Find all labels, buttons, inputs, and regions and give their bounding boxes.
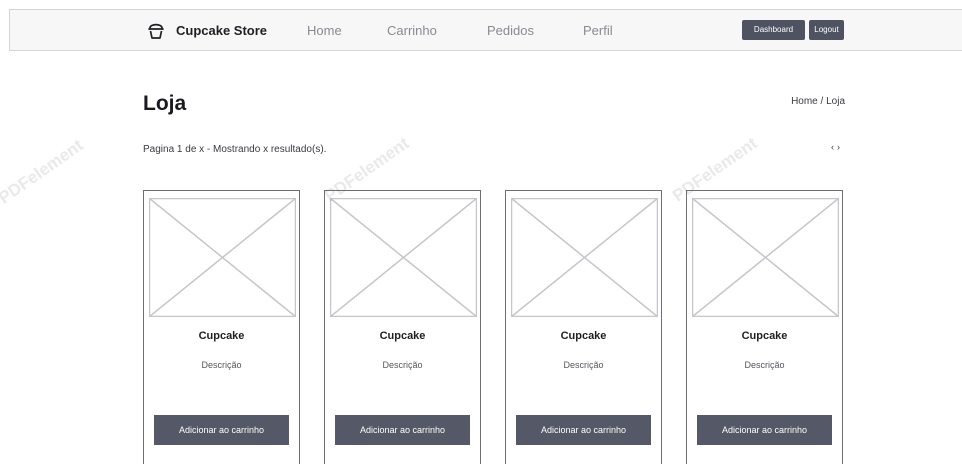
add-to-cart-button[interactable]: Adicionar ao carrinho (516, 415, 651, 445)
nav-link-pedidos[interactable]: Pedidos (487, 23, 534, 38)
placeholder-image-icon (330, 198, 477, 317)
product-card: Cupcake Descrição Adicionar ao carrinho (324, 190, 481, 464)
logout-button[interactable]: Logout (809, 20, 844, 40)
product-name: Cupcake (379, 330, 426, 342)
product-card: Cupcake Descrição Adicionar ao carrinho (143, 190, 300, 464)
breadcrumb-separator: / (817, 96, 827, 107)
nav-link-perfil[interactable]: Perfil (583, 23, 613, 38)
product-name: Cupcake (198, 330, 245, 342)
page-title: Loja (143, 92, 187, 115)
breadcrumb-current: Loja (826, 96, 845, 107)
product-description: Descrição (744, 360, 785, 370)
chevron-left-icon[interactable]: ‹ (831, 142, 834, 152)
nav-link-home[interactable]: Home (307, 23, 342, 38)
product-description: Descrição (563, 360, 604, 370)
breadcrumb: Home / Loja (791, 96, 845, 107)
add-to-cart-button[interactable]: Adicionar ao carrinho (335, 415, 470, 445)
product-name: Cupcake (741, 330, 788, 342)
brand-name: Cupcake Store (176, 22, 268, 38)
brand[interactable]: Cupcake Store (146, 20, 267, 40)
product-card: Cupcake Descrição Adicionar ao carrinho (686, 190, 843, 464)
placeholder-image-icon (692, 198, 839, 317)
results-info: Pagina 1 de x - Mostrando x resultado(s)… (143, 144, 327, 155)
chevron-right-icon[interactable]: › (837, 142, 840, 152)
placeholder-image-icon (149, 198, 296, 317)
store-page: Cupcake Store Home Carrinho Pedidos Perf… (0, 0, 962, 464)
placeholder-image-icon (511, 198, 658, 317)
product-name: Cupcake (560, 330, 607, 342)
breadcrumb-home[interactable]: Home (791, 96, 818, 107)
add-to-cart-button[interactable]: Adicionar ao carrinho (697, 415, 832, 445)
add-to-cart-button[interactable]: Adicionar ao carrinho (154, 415, 289, 445)
watermark-text: PDFelement (0, 135, 87, 208)
product-description: Descrição (201, 360, 242, 370)
product-card: Cupcake Descrição Adicionar ao carrinho (505, 190, 662, 464)
cupcake-icon (148, 23, 164, 39)
pager: ‹ › (831, 142, 840, 152)
product-description: Descrição (382, 360, 423, 370)
top-navbar: Cupcake Store Home Carrinho Pedidos Perf… (9, 9, 962, 51)
nav-link-carrinho[interactable]: Carrinho (387, 23, 437, 38)
dashboard-button[interactable]: Dashboard (742, 20, 805, 40)
